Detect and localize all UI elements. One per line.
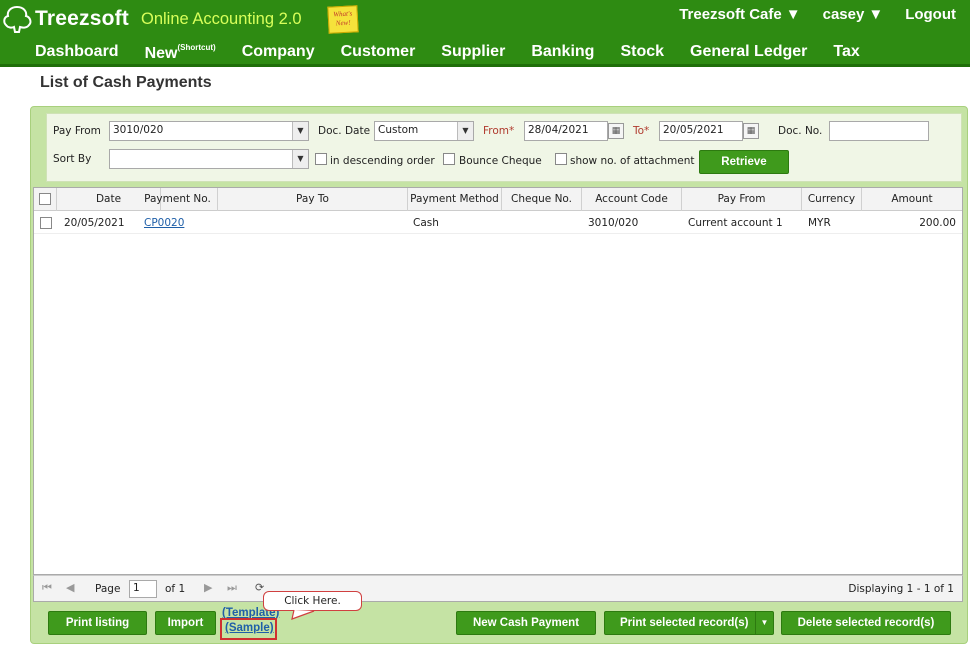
main-nav: Dashboard New(Shortcut) Company Customer… — [22, 43, 873, 63]
nav-general-ledger[interactable]: General Ledger — [677, 43, 820, 63]
brand-name: Treezsoft — [35, 7, 129, 30]
doc-no-input[interactable] — [829, 121, 929, 141]
sample-highlight-box — [220, 618, 277, 640]
doc-date-value: Custom — [378, 124, 419, 136]
col-payment-no[interactable]: Payment No. — [138, 188, 218, 211]
nav-new[interactable]: New(Shortcut) — [132, 43, 229, 63]
top-bar: Treezsoft Online Accounting 2.0 What's N… — [0, 0, 970, 67]
show-attachment-label: show no. of attachment — [570, 155, 695, 167]
next-page-icon[interactable]: ▶ — [204, 581, 212, 594]
nav-dashboard[interactable]: Dashboard — [22, 43, 132, 63]
cell-currency: MYR — [808, 217, 831, 229]
nav-stock[interactable]: Stock — [607, 43, 677, 63]
whats-new-sticker[interactable]: What's New! — [327, 5, 359, 34]
new-cash-payment-button[interactable]: New Cash Payment — [456, 611, 596, 635]
to-date-input[interactable]: 20/05/2021 — [659, 121, 743, 141]
sort-by-select[interactable]: ▼ — [109, 149, 309, 169]
nav-tax[interactable]: Tax — [820, 43, 872, 63]
cell-pay-from: Current account 1 — [688, 217, 783, 229]
page-title: List of Cash Payments — [40, 74, 212, 91]
select-all-cell — [34, 188, 57, 211]
payments-table: Date Payment No. Pay To Payment Method C… — [33, 187, 963, 575]
select-all-checkbox[interactable] — [39, 193, 51, 205]
calendar-icon[interactable]: ▦ — [608, 123, 624, 139]
tree-logo-icon — [3, 5, 32, 33]
refresh-icon[interactable]: ⟳ — [255, 581, 264, 594]
chevron-down-icon[interactable]: ▼ — [755, 612, 773, 634]
chevron-down-icon: ▼ — [292, 122, 308, 140]
pay-from-value: 3010/020 — [113, 124, 164, 136]
col-payment-method[interactable]: Payment Method — [408, 188, 502, 211]
cell-payment-method: Cash — [413, 217, 439, 229]
doc-no-label: Doc. No. — [778, 125, 823, 137]
print-selected-label: Print selected record(s) — [620, 617, 749, 629]
displaying-count: Displaying 1 - 1 of 1 — [848, 583, 954, 595]
nav-banking[interactable]: Banking — [518, 43, 607, 63]
col-cheque-no[interactable]: Cheque No. — [502, 188, 582, 211]
brand-subtitle: Online Accounting 2.0 — [141, 9, 302, 28]
pay-from-label: Pay From — [53, 125, 101, 137]
nav-customer[interactable]: Customer — [328, 43, 429, 63]
row-checkbox[interactable] — [40, 217, 52, 229]
user-name: casey — [822, 6, 865, 23]
cell-payment-no-link[interactable]: CP0020 — [144, 212, 184, 234]
show-attachment-checkbox[interactable] — [555, 153, 567, 165]
col-account-code[interactable]: Account Code — [582, 188, 682, 211]
nav-new-shortcut: (Shortcut) — [177, 43, 216, 52]
table-header: Date Payment No. Pay To Payment Method C… — [34, 188, 962, 211]
page-count: of 1 — [165, 583, 186, 595]
company-menu[interactable]: Treezsoft Cafe ▼ — [679, 6, 800, 23]
import-button[interactable]: Import — [155, 611, 216, 635]
chevron-down-icon: ▼ — [785, 6, 801, 23]
doc-date-select[interactable]: Custom ▼ — [374, 121, 474, 141]
descending-label: in descending order — [330, 155, 435, 167]
col-amount[interactable]: Amount — [862, 188, 962, 211]
descending-checkbox[interactable] — [315, 153, 327, 165]
nav-company[interactable]: Company — [229, 43, 328, 63]
bounce-cheque-checkbox[interactable] — [443, 153, 455, 165]
user-menu[interactable]: casey ▼ — [823, 6, 884, 23]
sort-by-label: Sort By — [53, 153, 92, 165]
doc-date-label: Doc. Date — [318, 125, 371, 137]
cell-amount: 200.00 — [919, 217, 956, 229]
top-right-menu: Treezsoft Cafe ▼ casey ▼ Logout — [679, 6, 956, 23]
from-date-input[interactable]: 28/04/2021 — [524, 121, 608, 141]
col-currency[interactable]: Currency — [802, 188, 862, 211]
retrieve-button[interactable]: Retrieve — [699, 150, 789, 174]
company-name: Treezsoft Cafe — [679, 6, 782, 23]
cell-account-code: 3010/020 — [588, 217, 639, 229]
from-label: From* — [483, 125, 515, 137]
chevron-down-icon: ▼ — [292, 150, 308, 168]
pay-from-select[interactable]: 3010/020 ▼ — [109, 121, 309, 141]
calendar-icon[interactable]: ▦ — [743, 123, 759, 139]
bounce-cheque-label: Bounce Cheque — [459, 155, 542, 167]
print-selected-button[interactable]: Print selected record(s) ▼ — [604, 611, 774, 635]
delete-selected-button[interactable]: Delete selected record(s) — [781, 611, 951, 635]
page-label: Page — [95, 583, 121, 595]
col-pay-from[interactable]: Pay From — [682, 188, 802, 211]
page-number-input[interactable]: 1 — [129, 580, 157, 598]
table-row[interactable]: 20/05/2021 CP0020 Cash 3010/020 Current … — [34, 212, 962, 234]
chevron-down-icon: ▼ — [868, 6, 884, 23]
chevron-down-icon: ▼ — [457, 122, 473, 140]
pagination-bar: ⏮ ◀ Page 1 of 1 ▶ ⏭ ⟳ Displaying 1 - 1 o… — [33, 575, 963, 602]
to-label: To* — [633, 125, 650, 137]
brand[interactable]: Treezsoft Online Accounting 2.0 — [0, 4, 302, 34]
nav-supplier[interactable]: Supplier — [428, 43, 518, 63]
first-page-icon[interactable]: ⏮ — [42, 581, 52, 595]
logout-link[interactable]: Logout — [905, 6, 956, 23]
last-page-icon[interactable]: ⏭ — [227, 581, 237, 595]
col-pay-to[interactable]: Pay To — [218, 188, 408, 211]
print-listing-button[interactable]: Print listing — [48, 611, 147, 635]
cell-date: 20/05/2021 — [64, 217, 125, 229]
nav-new-label: New — [144, 45, 178, 62]
prev-page-icon[interactable]: ◀ — [66, 581, 74, 594]
callout-pointer-icon — [291, 609, 315, 620]
